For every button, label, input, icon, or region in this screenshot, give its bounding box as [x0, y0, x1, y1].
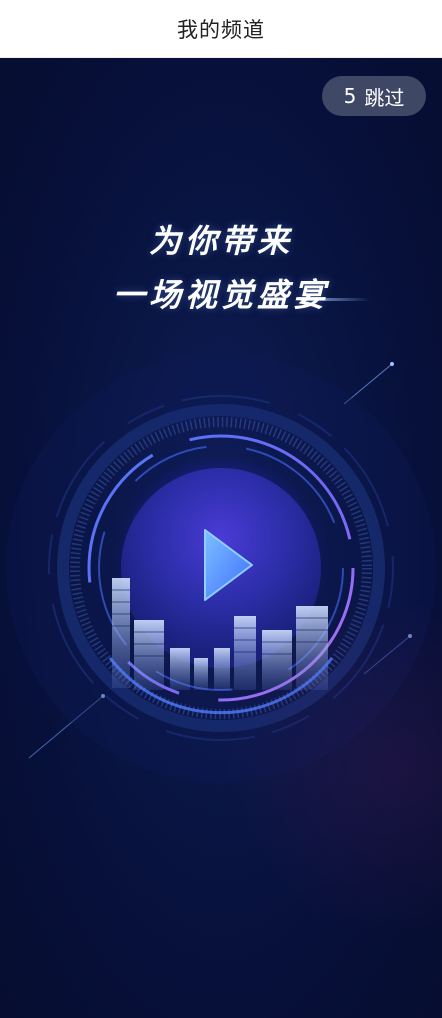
skip-countdown: 5 — [343, 84, 357, 108]
light-streak — [363, 634, 412, 675]
skip-button[interactable]: 5 跳过 — [322, 76, 426, 116]
page-title: 我的频道 — [177, 17, 265, 42]
nav-bar: 我的频道 — [0, 0, 442, 58]
video-emblem-icon — [6, 358, 436, 783]
splash-ad[interactable]: 5 跳过 为你带来 一场视觉盛宴 — [0, 58, 442, 1018]
headline-line-1: 为你带来 — [148, 222, 293, 260]
app-screen: 我的频道 5 跳过 为你带来 一场视觉盛宴 — [0, 0, 442, 1018]
skip-label: 跳过 — [364, 85, 405, 110]
headline-line-2: 一场视觉盛宴 — [112, 276, 329, 314]
